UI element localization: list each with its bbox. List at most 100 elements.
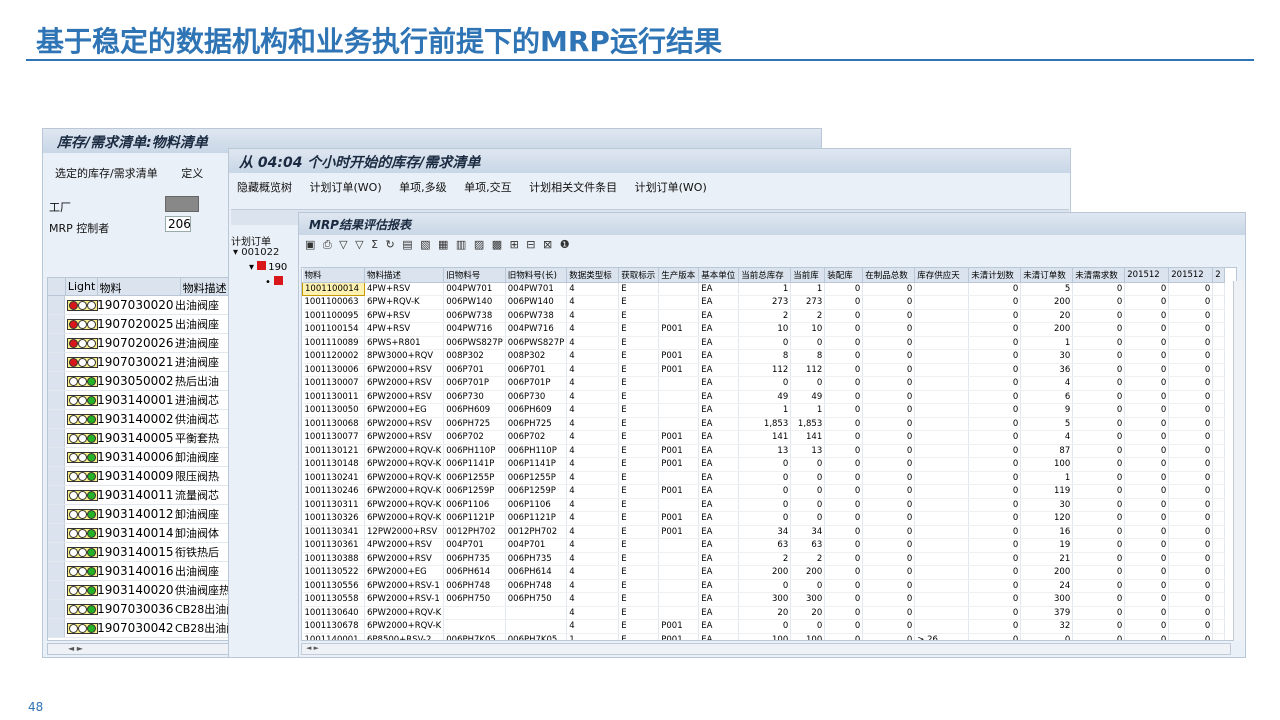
column-header[interactable]: 旧物料号	[443, 268, 506, 283]
table-cell[interactable]: 1001130241	[302, 471, 365, 485]
table-cell[interactable]: 1001130326	[302, 511, 365, 526]
table-cell[interactable]: 1001100095	[302, 309, 365, 323]
table-row[interactable]: 1001130341 12PW2000+RSV 0012PH702 0012PH702…	[302, 525, 1226, 539]
tree-node-1[interactable]: ▾ 001022	[233, 247, 279, 258]
material-number[interactable]: 1903050002	[95, 374, 175, 388]
window1-hscrollbar[interactable]: ◄ ►	[47, 643, 233, 655]
table-cell[interactable]: 1001100154	[302, 322, 365, 337]
material-number[interactable]: 1903140011	[95, 488, 175, 502]
hide-tree-button[interactable]: 隐藏概览树	[237, 181, 292, 194]
material-number[interactable]: 1903140020	[95, 583, 175, 597]
row-selector[interactable]	[48, 353, 66, 371]
row-selector[interactable]	[48, 600, 66, 618]
col-material[interactable]: 物料	[98, 278, 181, 295]
table-row[interactable]: 1907030042CB28出油阀座半成品	[48, 619, 232, 638]
table-row[interactable]: 1903050002 热后出油	[48, 372, 232, 391]
table-cell[interactable]: 1001130011	[302, 390, 365, 404]
material-number[interactable]: 1903140012	[95, 507, 175, 521]
table-cell[interactable]: 1001130558	[302, 592, 365, 607]
mrp-controller-field[interactable]: 206	[165, 216, 191, 232]
column-header[interactable]: 数据类型标	[566, 268, 620, 283]
table-cell[interactable]: 1001120002	[302, 349, 365, 364]
column-header[interactable]: 当前库	[790, 268, 826, 283]
row-selector[interactable]	[48, 410, 66, 428]
table-row[interactable]: 1001130678 6PW2000+RQV-K 4 E P001 EA 0 0 0 0 0 32 0 0…	[302, 619, 1226, 634]
table-row[interactable]: 1903140009 限压阀热	[48, 467, 232, 486]
table-row[interactable]: 1001100014 4PW+RSV 004PW701 004PW701 4 E EA 1 1 0…	[302, 281, 1226, 296]
column-header[interactable]: 获取标示	[618, 268, 660, 283]
row-selector[interactable]	[48, 315, 66, 333]
table-cell[interactable]: 1001130556	[302, 579, 365, 593]
window3-hscrollbar[interactable]: ◄ ►	[301, 643, 1231, 655]
table-row[interactable]: 1001130121 6PW2000+RQV-K 006PH110P 006PH110…	[302, 444, 1226, 458]
table-row[interactable]: 1907020026 进油阀座	[48, 334, 232, 353]
column-header[interactable]: 未清订单数	[1020, 268, 1074, 283]
material-number[interactable]: 1903140002	[95, 412, 175, 426]
table-cell[interactable]: 1001130678	[302, 619, 365, 634]
column-header[interactable]: 未清需求数	[1072, 268, 1126, 283]
material-number[interactable]: 1903140006	[95, 450, 175, 464]
row-selector[interactable]	[48, 505, 66, 523]
row-selector[interactable]	[48, 619, 66, 637]
col-material-desc[interactable]: 物料描述	[181, 278, 232, 295]
row-selector[interactable]	[48, 429, 66, 447]
table-row[interactable]: 1001130077 6PW2000+RSV 006P702 006P702 4 E P00…	[302, 430, 1226, 445]
table-cell[interactable]: 1001130246	[302, 484, 365, 499]
table-row[interactable]: 1001130148 6PW2000+RQV-K 006P1141P 006P1141…	[302, 457, 1226, 472]
table-row[interactable]: 1903140012 卸油阀座	[48, 505, 232, 524]
material-number[interactable]: 1903140009	[95, 469, 175, 483]
table-row[interactable]: 1907020025 出油阀座	[48, 315, 232, 334]
table-cell[interactable]: 1001130050	[302, 403, 365, 418]
column-header[interactable]: 装配库	[824, 268, 864, 283]
table-row[interactable]: 1001140001 6P8500+RSV-2 006PH7K05 006PH7K05…	[302, 633, 1226, 640]
table-row[interactable]: 1001130241 6PW2000+RQV-K 006P1255P 006P1255…	[302, 471, 1226, 485]
material-number[interactable]: 1907030036	[95, 602, 175, 616]
table-row[interactable]: 1903140014 卸油阀体	[48, 524, 232, 543]
table-row[interactable]: 1001130246 6PW2000+RQV-K 006P1259P 006P1259…	[302, 484, 1226, 499]
material-number[interactable]: 1907030021	[95, 355, 175, 369]
table-row[interactable]: 1001130361 4PW2000+RSV 004P701 004P701 4 E EA 6…	[302, 538, 1226, 553]
material-number[interactable]: 1907030020	[95, 298, 175, 312]
table-cell[interactable]: 1001130311	[302, 498, 365, 512]
material-number[interactable]: 1907020025	[95, 317, 175, 331]
col-light[interactable]: Light	[66, 278, 98, 295]
table-row[interactable]: 1001130388 6PW2000+RSV 006PH735 006PH735 4 E E…	[302, 552, 1226, 566]
table-row[interactable]: 1903140011 流量阀芯	[48, 486, 232, 505]
material-number[interactable]: 1903140001	[95, 393, 175, 407]
material-number[interactable]: 1907030042	[95, 621, 175, 635]
table-row[interactable]: 1001130326 6PW2000+RQV-K 006P1121P 006P1121…	[302, 511, 1226, 526]
column-header[interactable]: 在制品总数	[862, 268, 916, 283]
material-number[interactable]: 1907020026	[95, 336, 175, 350]
table-row[interactable]: 1903140005 平衡套热	[48, 429, 232, 448]
table-row[interactable]: 1001100063 6PW+RQV-K 006PW140 006PW140 4 E EA 2…	[302, 295, 1226, 310]
tree-node-3[interactable]: •	[265, 276, 285, 288]
plant-field[interactable]	[165, 196, 199, 212]
table-row[interactable]: 1907030036CB28出油阀座喷丸后	[48, 600, 232, 619]
tree-node-2[interactable]: ▾ 190	[249, 261, 287, 273]
table-cell[interactable]: 1001130148	[302, 457, 365, 472]
single-multi-level-button[interactable]: 单项,多级	[399, 181, 447, 194]
column-header[interactable]: 生产版本	[658, 268, 700, 283]
table-cell[interactable]: 1001130361	[302, 538, 365, 553]
table-row[interactable]: 1903140006 卸油阀座	[48, 448, 232, 467]
single-interactive-button[interactable]: 单项,交互	[464, 181, 512, 194]
table-row[interactable]: 1903140001 进油阀芯	[48, 391, 232, 410]
column-header[interactable]: 未清计划数	[968, 268, 1022, 283]
row-selector[interactable]	[48, 467, 66, 485]
table-row[interactable]: 1001130050 6PW2000+EG 006PH609 006PH609 4 E EA…	[302, 403, 1226, 418]
column-header[interactable]: 当前总库存	[738, 268, 792, 283]
material-number[interactable]: 1903140016	[95, 564, 175, 578]
table-cell[interactable]: 1001110089	[302, 336, 365, 350]
table-row[interactable]: 1001130011 6PW2000+RSV 006P730 006P730 4 E EA 4…	[302, 390, 1226, 404]
table-row[interactable]: 1903140002 供油阀芯	[48, 410, 232, 429]
row-selector[interactable]	[48, 372, 66, 390]
row-selector[interactable]	[48, 562, 66, 580]
column-header[interactable]: 201512	[1168, 268, 1214, 283]
row-selector[interactable]	[48, 486, 66, 504]
table-row[interactable]: 1903140016 出油阀座	[48, 562, 232, 581]
table-row[interactable]: 1907030020 出油阀座	[48, 296, 232, 315]
column-header[interactable]: 201512	[1124, 268, 1170, 283]
table-row[interactable]: 1001130068 6PW2000+RSV 006PH725 006PH725 4 E E…	[302, 417, 1226, 431]
material-number[interactable]: 1903140015	[95, 545, 175, 559]
table-row[interactable]: 1001130007 6PW2000+RSV 006P701P 006P701P 4 E E…	[302, 376, 1226, 391]
